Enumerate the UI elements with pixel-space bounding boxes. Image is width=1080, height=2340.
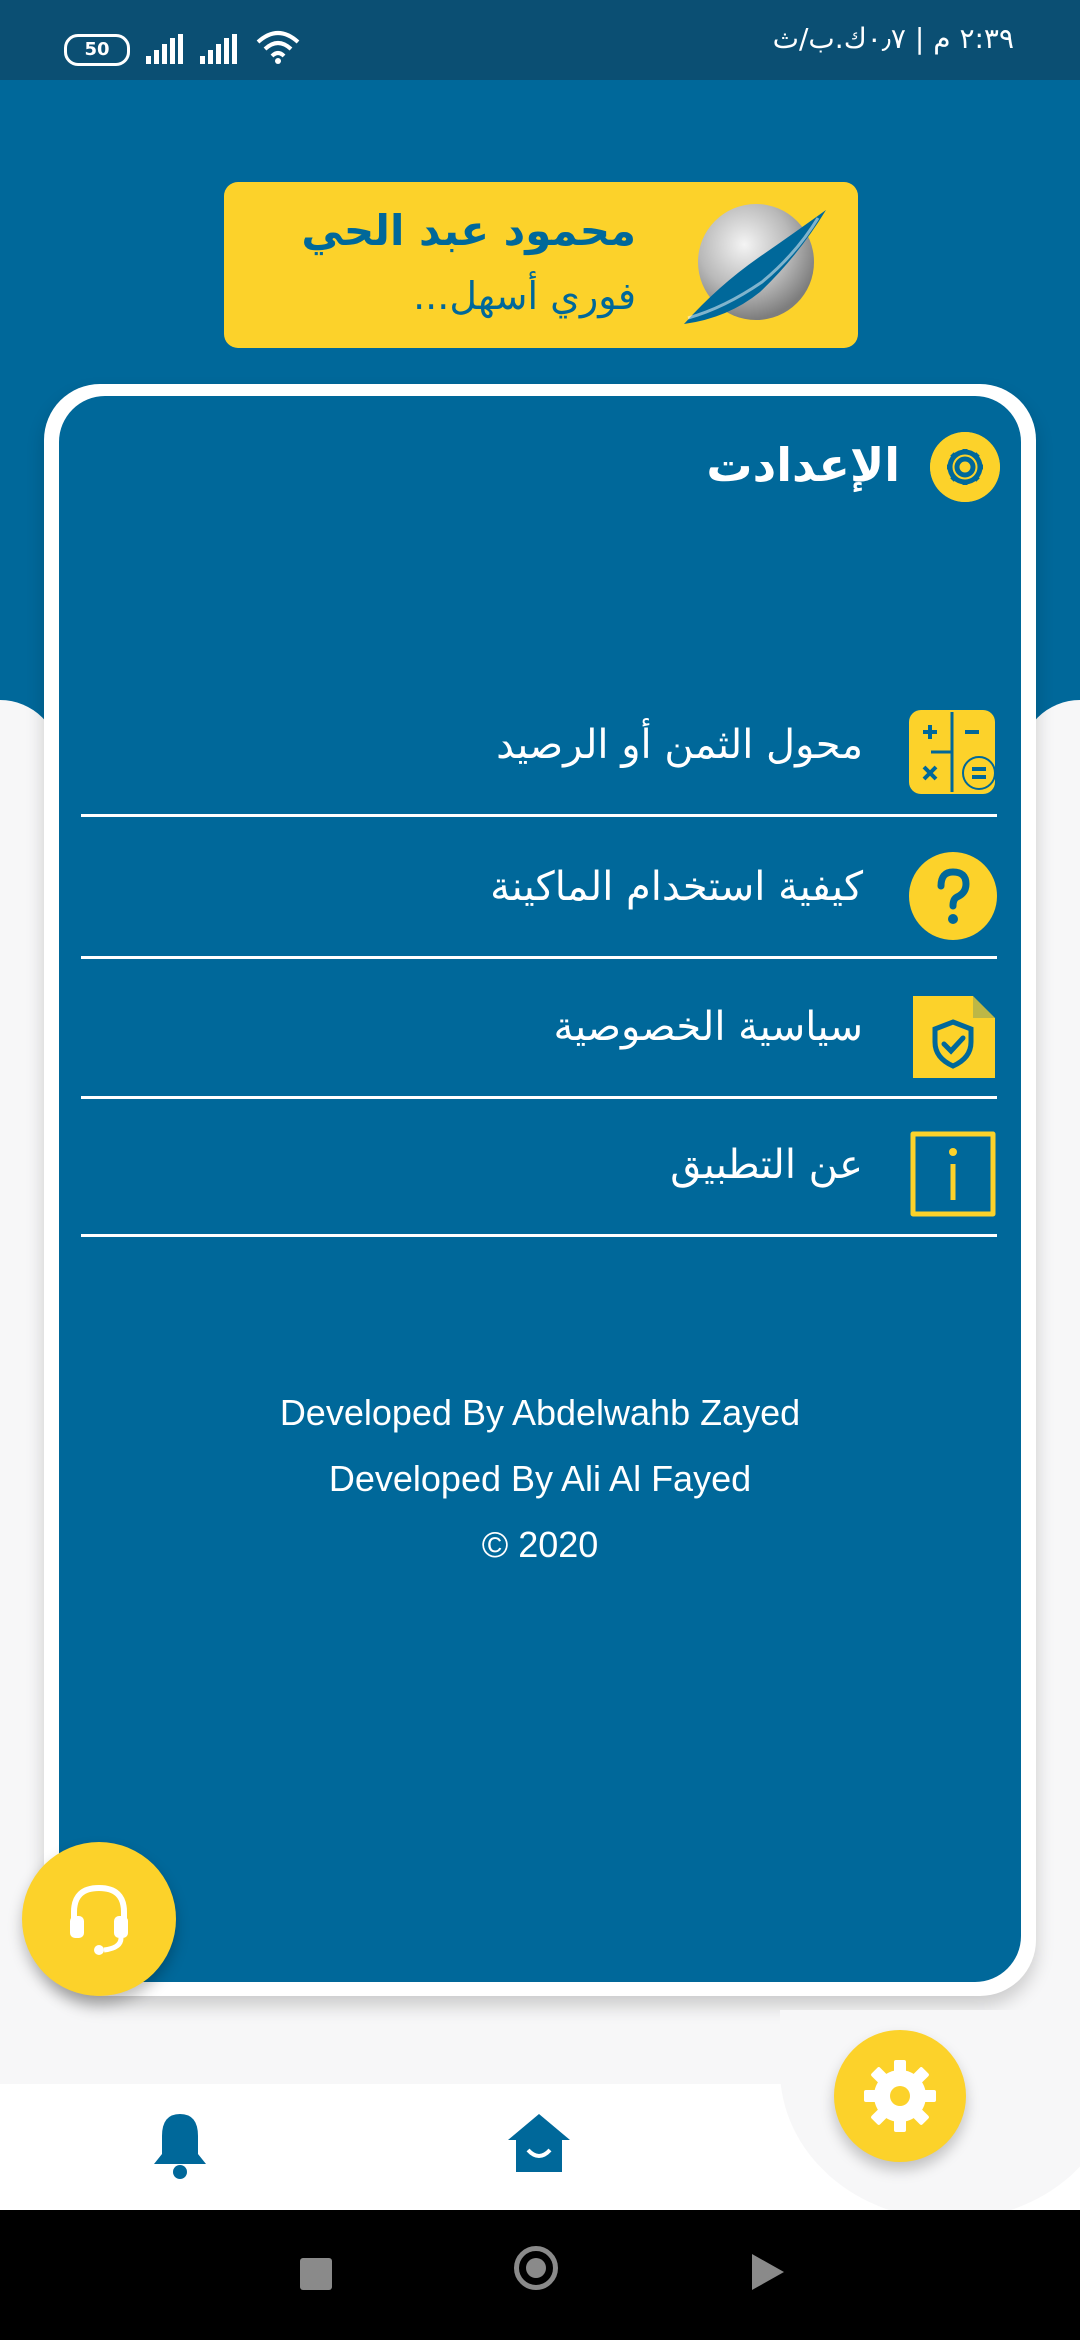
privacy-shield-icon <box>913 996 995 1078</box>
battery-icon: 50 <box>64 34 130 66</box>
globe-logo-icon <box>684 204 826 324</box>
menu-item-label: محول الثمن أو الرصيد <box>496 722 863 768</box>
question-icon <box>909 852 997 940</box>
brand-slogan: فوري أسهل... <box>413 274 636 318</box>
signal-icon <box>146 34 183 64</box>
signal-icon-2 <box>200 34 237 64</box>
headset-icon <box>70 1884 128 1955</box>
gear-icon <box>930 432 1000 502</box>
menu-item-about-app[interactable]: عن التطبيق <box>81 1096 997 1237</box>
home-icon[interactable] <box>506 2112 572 2174</box>
status-time: ٢:٣٩ م | ٠٫٧ك.ب/ث <box>772 22 1014 55</box>
brand-name: محمود عبد الحي <box>301 206 636 255</box>
menu-item-label: كيفية استخدام الماكينة <box>490 864 863 910</box>
credit-line-2: Developed By Ali Al Fayed <box>328 1458 752 1499</box>
menu-item-label: عن التطبيق <box>670 1142 863 1188</box>
home-button[interactable] <box>514 2246 558 2290</box>
bell-icon[interactable] <box>150 2110 210 2180</box>
page-title: الإعدادت <box>706 438 900 492</box>
system-navigation-bar <box>0 2210 1080 2340</box>
credit-line-1: Developed By Abdelwahb Zayed <box>279 1392 801 1433</box>
copyright: © 2020 <box>481 1524 599 1565</box>
menu-item-how-to-use[interactable]: كيفية استخدام الماكينة <box>81 818 997 959</box>
settings-nav-button[interactable] <box>834 2030 966 2162</box>
info-icon <box>910 1131 996 1217</box>
credits: Developed By Abdelwahb Zayed Developed B… <box>59 1380 1021 1578</box>
calculator-icon <box>909 710 996 794</box>
menu-item-privacy-policy[interactable]: سياسية الخصوصية <box>81 958 997 1099</box>
menu-item-price-converter[interactable]: محول الثمن أو الرصيد <box>81 676 997 817</box>
gear-icon <box>864 2060 936 2132</box>
support-button[interactable] <box>22 1842 176 1996</box>
status-bar: 50 ٢:٣٩ م | ٠٫٧ك.ب/ث <box>0 0 1080 80</box>
brand-logo: محمود عبد الحي فوري أسهل... <box>224 182 858 348</box>
wifi-icon <box>256 31 300 64</box>
menu-item-label: سياسية الخصوصية <box>553 1004 863 1050</box>
recents-button[interactable] <box>300 2258 332 2290</box>
back-button[interactable] <box>750 2252 786 2292</box>
